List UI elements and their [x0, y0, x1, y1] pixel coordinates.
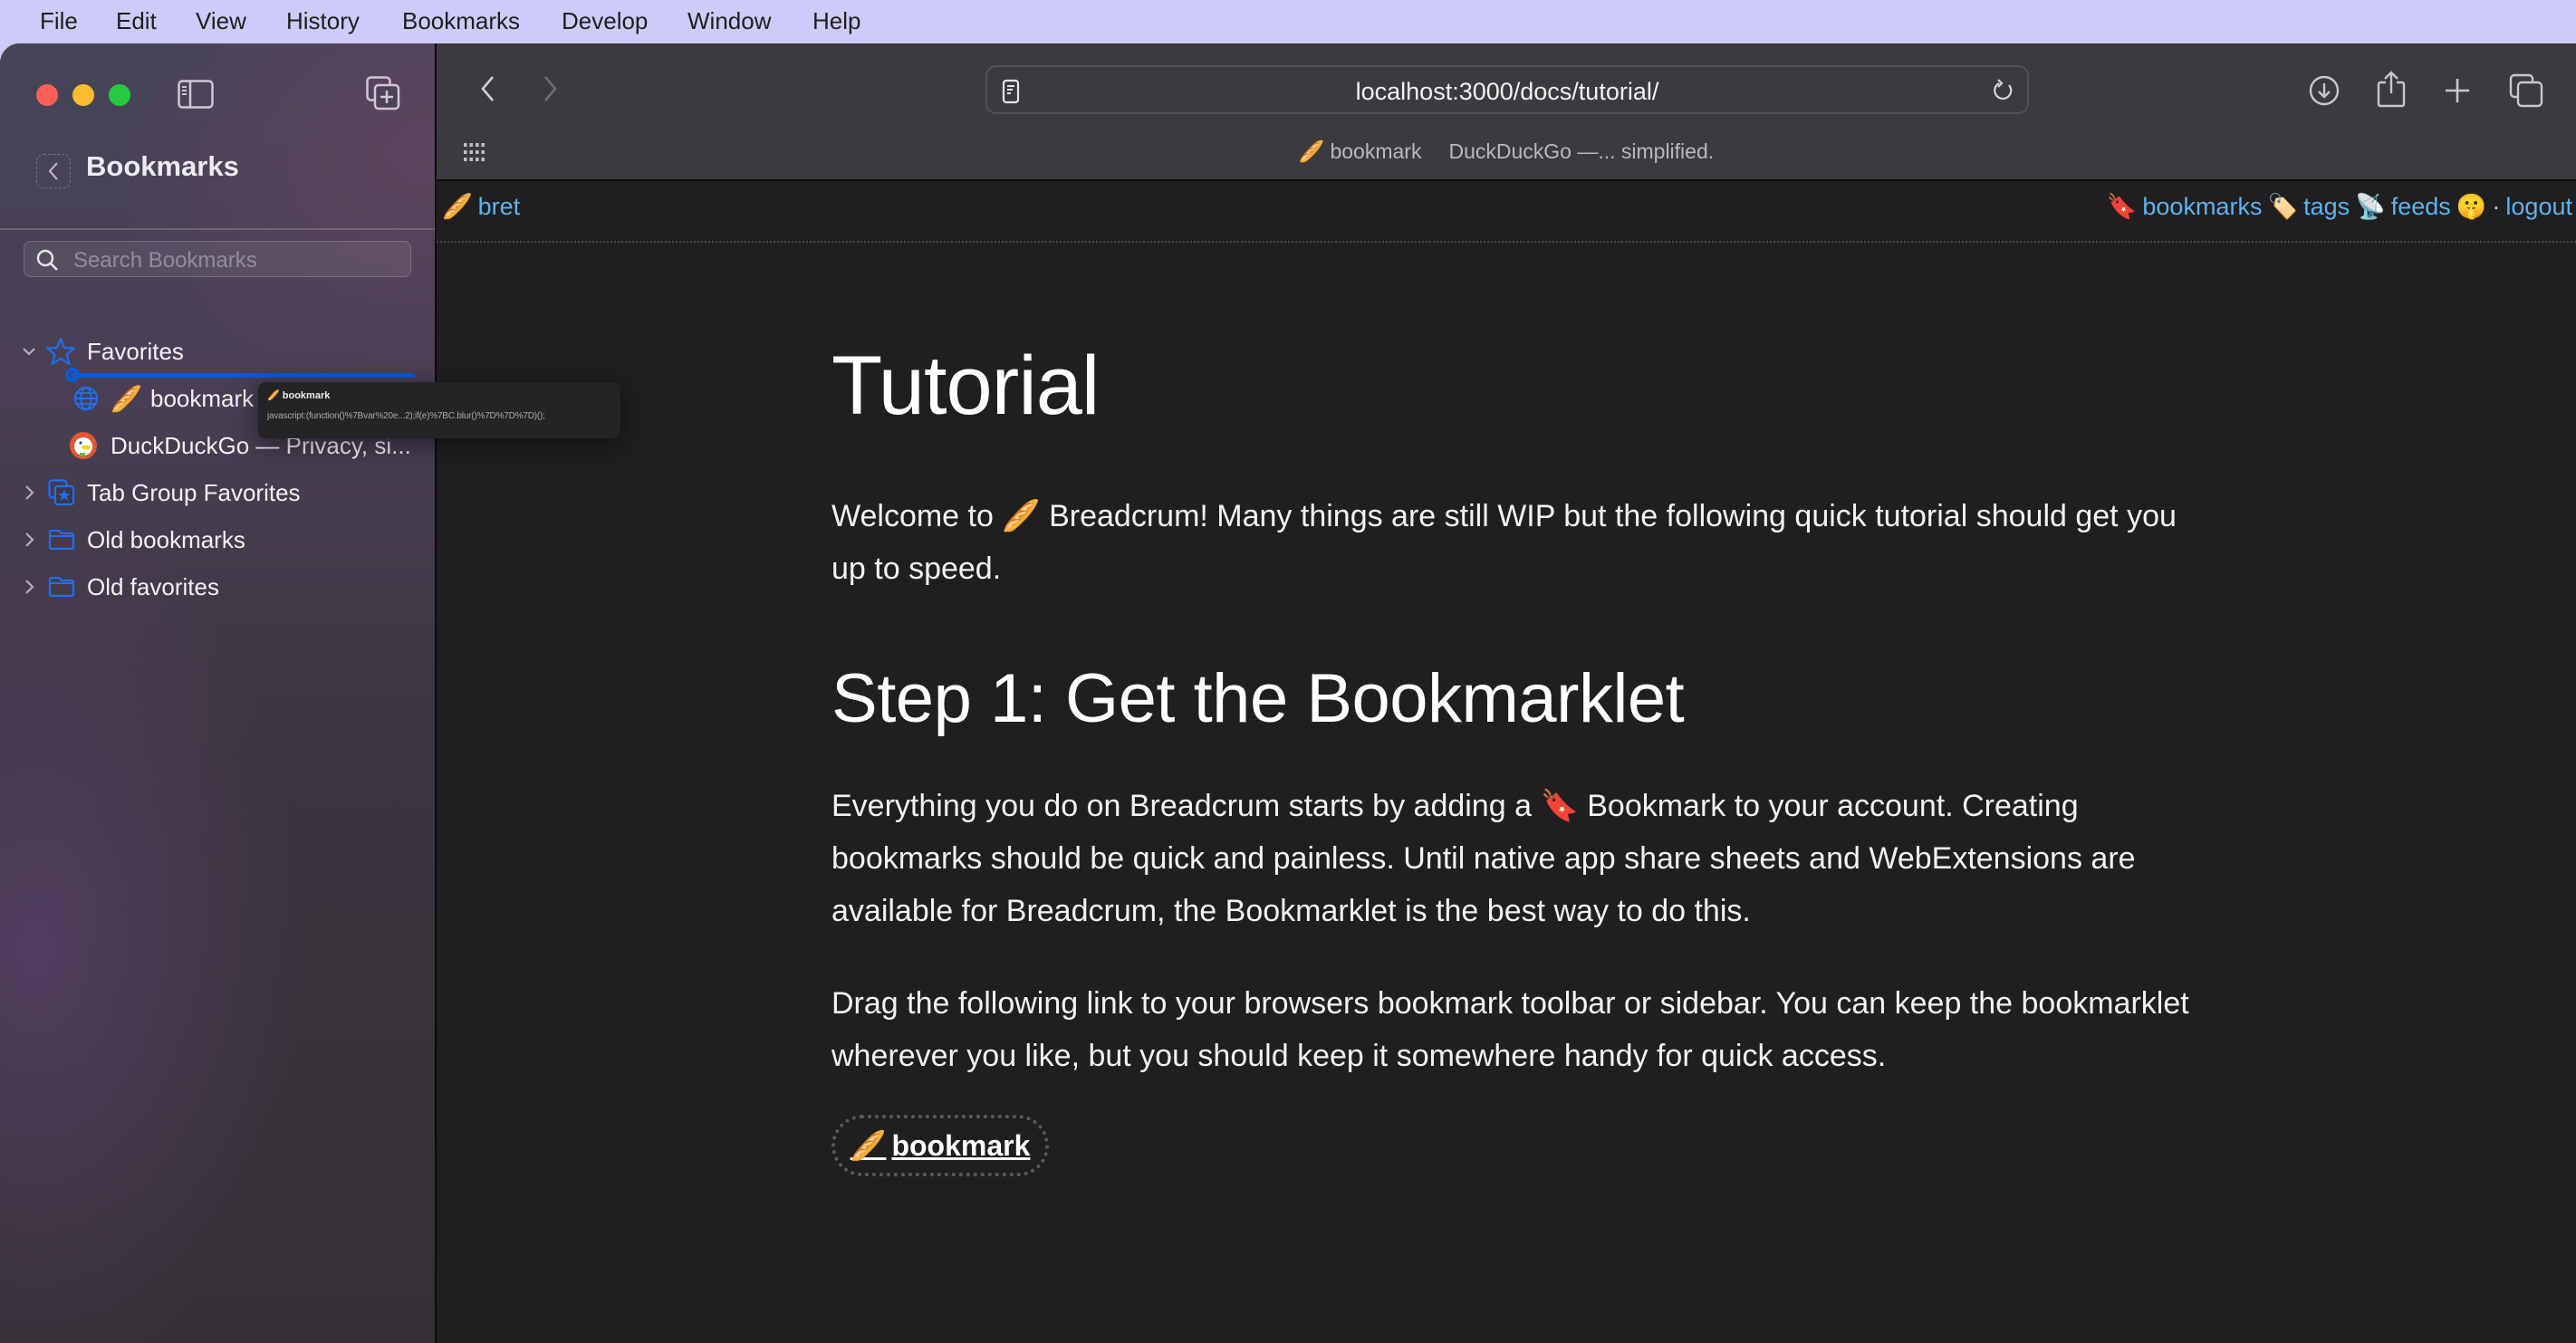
- app-name-menu[interactable]: i: [0, 7, 4, 35]
- tree-item-tab-group-favorites[interactable]: Tab Group Favorites: [0, 471, 435, 514]
- site-header: 🥖 bret 🔖 bookmarks 🏷️ tags 📡 feeds 🤫 · l…: [437, 181, 2576, 243]
- url-text[interactable]: localhost:3000/docs/tutorial/: [987, 78, 2027, 106]
- tree-item-old-bookmarks[interactable]: Old bookmarks: [0, 518, 435, 561]
- chevron-right-icon[interactable]: [22, 531, 36, 549]
- favorites-bar: 🥖 bookmark DuckDuckGo —... simplified.: [437, 139, 2576, 164]
- chevron-right-icon[interactable]: [22, 484, 36, 502]
- sidebar-divider: [0, 228, 435, 230]
- folder-icon: [47, 574, 76, 600]
- tab-group-icon: [47, 478, 76, 507]
- step1-paragraph-2: Drag the following link to your browsers…: [831, 986, 2189, 1073]
- baguette-icon: 🥖: [267, 389, 280, 401]
- menu-bookmarks[interactable]: Bookmarks: [402, 7, 520, 35]
- search-bookmarks-input[interactable]: Search Bookmarks: [24, 241, 411, 277]
- tree-item-label: Tab Group Favorites: [87, 478, 301, 506]
- close-window-button[interactable]: [36, 84, 58, 106]
- forward-button[interactable]: [533, 69, 569, 109]
- satellite-antenna-icon: 📡: [2355, 193, 2386, 221]
- nav-separator: ·: [2492, 192, 2501, 220]
- search-icon: [36, 249, 58, 271]
- sidebar-icon: [178, 80, 214, 109]
- tab-overview-button[interactable]: [2504, 69, 2548, 112]
- tree-item-label: bookmark: [150, 384, 255, 412]
- downloads-button[interactable]: [2302, 69, 2346, 112]
- toggle-sidebar-button[interactable]: [178, 80, 214, 113]
- menu-develop[interactable]: Develop: [562, 7, 648, 35]
- chevron-right-icon: [544, 76, 557, 101]
- tooltip-title: 🥖 bookmark: [267, 389, 331, 401]
- site-brand: 🥖 bret: [442, 192, 521, 222]
- chevron-left-icon: [48, 162, 58, 180]
- duckduckgo-icon: [69, 431, 98, 460]
- bookmark-tag-icon: 🔖: [2106, 193, 2138, 221]
- tree-item-label: Old bookmarks: [87, 525, 245, 553]
- label-tag-icon: 🏷️: [2267, 193, 2299, 221]
- tree-item-label: Favorites: [87, 337, 184, 365]
- reload-icon[interactable]: [1991, 78, 2014, 108]
- nav-feeds-link[interactable]: feeds: [2391, 193, 2451, 221]
- new-tab-group-button[interactable]: [366, 76, 400, 115]
- bookmarks-sidebar: Bookmarks Search Bookmarks Favorites 🥖 b…: [0, 43, 435, 1343]
- menu-file[interactable]: File: [40, 7, 78, 35]
- intro-paragraph: Welcome to 🥖 Breadcrum! Many things are …: [831, 498, 2177, 586]
- nav-tags-link[interactable]: tags: [2303, 193, 2350, 221]
- plus-icon: [2446, 79, 2469, 102]
- share-icon: [2377, 71, 2406, 108]
- search-placeholder: Search Bookmarks: [73, 248, 257, 273]
- browser-window: Bookmarks Search Bookmarks Favorites 🥖 b…: [0, 43, 2576, 1343]
- nav-bookmarks-link[interactable]: bookmarks: [2142, 193, 2262, 221]
- minimize-window-button[interactable]: [72, 84, 94, 106]
- tooltip-url: javascript:(function()%7Bvar%20e...2);if…: [267, 411, 545, 421]
- menu-help[interactable]: Help: [812, 7, 860, 35]
- new-tab-button[interactable]: [2436, 69, 2479, 112]
- page-title: Tutorial: [831, 340, 1100, 432]
- globe-icon: [72, 385, 100, 412]
- favorites-bar-item-bookmark[interactable]: 🥖 bookmark: [1299, 139, 1422, 164]
- menu-bar: i File Edit View History Bookmarks Devel…: [0, 0, 2576, 43]
- baguette-icon: 🥖: [111, 383, 142, 414]
- zoom-window-button[interactable]: [109, 84, 130, 106]
- baguette-icon: 🥖: [1002, 498, 1041, 534]
- browser-main: localhost:3000/docs/tutorial/ 🥖 bookmark…: [437, 43, 2576, 1343]
- tab-overview-icon: [2509, 73, 2543, 108]
- tree-item-favorites[interactable]: Favorites: [0, 330, 435, 373]
- back-button[interactable]: [469, 69, 505, 109]
- sidebar-title: Bookmarks: [86, 150, 239, 182]
- bookmark-tag-icon: 🔖: [1540, 788, 1579, 824]
- baguette-icon: 🥖: [850, 1128, 887, 1163]
- star-icon: [45, 336, 76, 367]
- step1-paragraph-1: Everything you do on Breadcrum starts by…: [831, 788, 2136, 928]
- baguette-icon: 🥖: [1298, 140, 1325, 164]
- menu-view[interactable]: View: [196, 7, 246, 35]
- download-icon: [2309, 75, 2340, 106]
- tree-item-old-favorites[interactable]: Old favorites: [0, 565, 435, 609]
- bookmarklet-link[interactable]: 🥖 bookmark: [831, 1115, 1049, 1176]
- baguette-icon: 🥖: [442, 193, 473, 221]
- sidebar-back-button[interactable]: [36, 154, 71, 188]
- menu-window[interactable]: Window: [687, 7, 771, 35]
- chevron-down-icon[interactable]: [22, 342, 36, 360]
- folder-icon: [47, 527, 76, 552]
- user-link[interactable]: bret: [478, 193, 521, 221]
- chevron-right-icon[interactable]: [22, 578, 36, 596]
- menu-history[interactable]: History: [286, 7, 360, 35]
- chevron-left-icon: [481, 76, 494, 101]
- tree-item-label: Old favorites: [87, 572, 219, 600]
- share-button[interactable]: [2369, 63, 2413, 114]
- address-bar[interactable]: localhost:3000/docs/tutorial/: [985, 65, 2029, 114]
- menu-edit[interactable]: Edit: [116, 7, 157, 35]
- shushing-face-icon: 🤫: [2456, 193, 2487, 221]
- web-page: 🥖 bret 🔖 bookmarks 🏷️ tags 📡 feeds 🤫 · l…: [437, 181, 2576, 1343]
- favorites-bar-item-duckduckgo[interactable]: DuckDuckGo —... simplified.: [1448, 139, 1714, 164]
- step1-heading: Step 1: Get the Bookmarklet: [831, 660, 1685, 737]
- new-tab-group-icon: [366, 76, 400, 110]
- browser-toolbar: localhost:3000/docs/tutorial/ 🥖 bookmark…: [437, 43, 2576, 181]
- logout-link[interactable]: logout: [2505, 193, 2572, 221]
- bookmark-tooltip: 🥖 bookmark javascript:(function()%7Bvar%…: [258, 382, 620, 438]
- site-nav: 🔖 bookmarks 🏷️ tags 📡 feeds 🤫 · logout: [2106, 192, 2572, 222]
